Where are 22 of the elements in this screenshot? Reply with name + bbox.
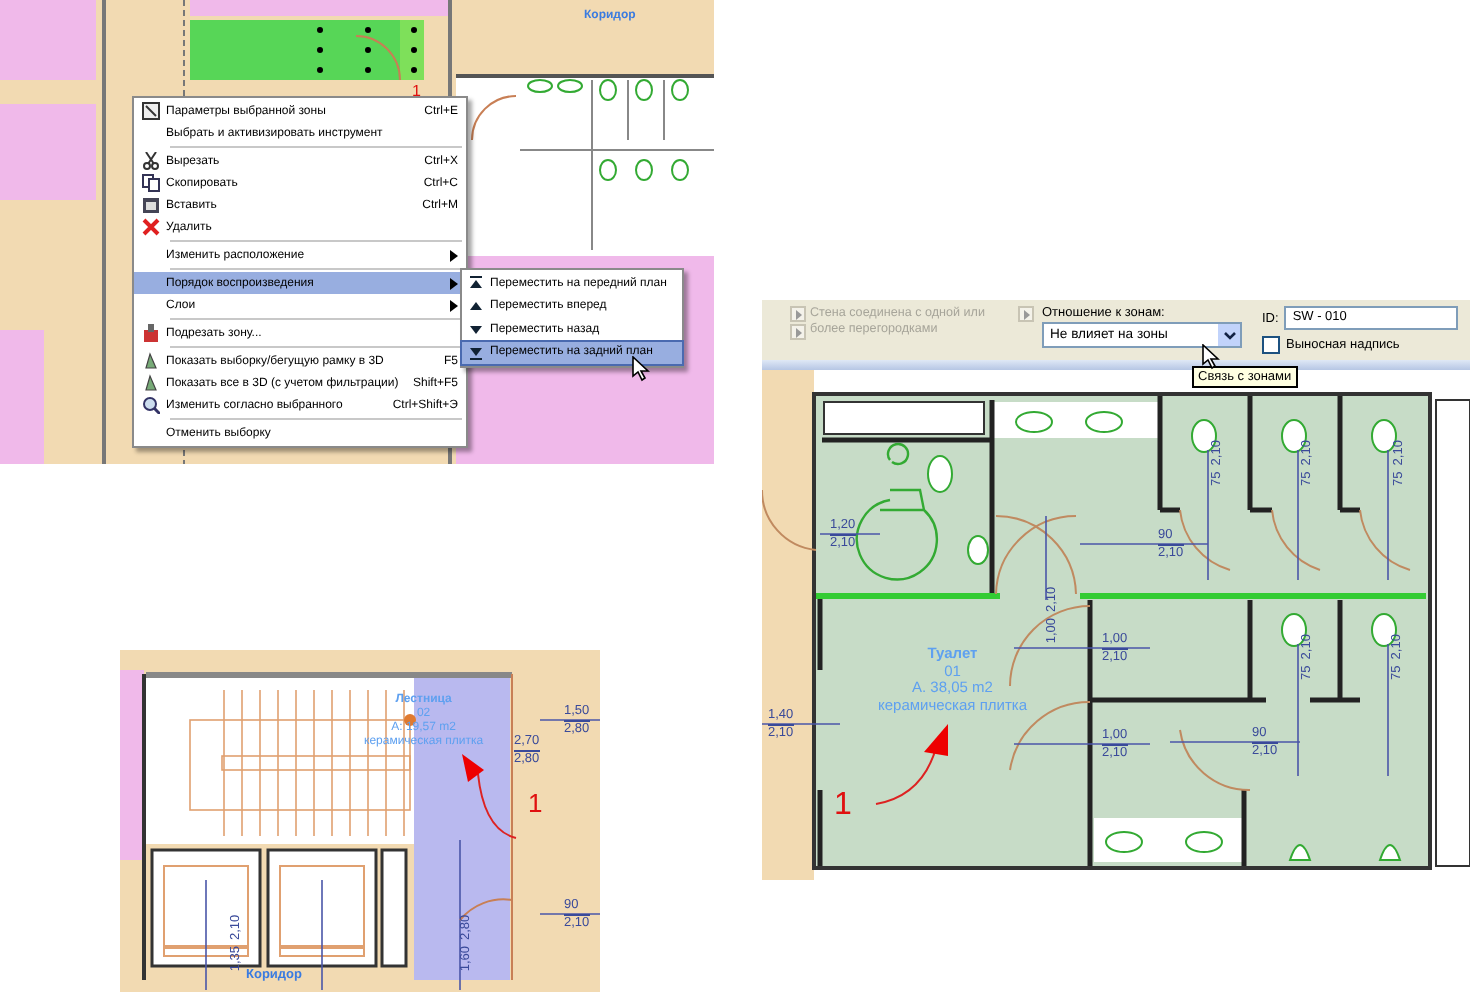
checkbox[interactable] <box>1262 336 1280 354</box>
expand-button[interactable] <box>1018 306 1034 322</box>
arrow-up-icon <box>468 275 484 292</box>
pointer-cursor-icon <box>1202 344 1220 370</box>
callout-number: 1 <box>834 790 852 822</box>
copy-icon <box>141 174 159 192</box>
magnifier-icon <box>141 396 159 414</box>
expand-button[interactable] <box>790 306 806 322</box>
scissors-icon <box>141 152 159 170</box>
paste-icon <box>141 196 159 214</box>
expand-button[interactable] <box>790 324 806 340</box>
callout-number: 1 <box>528 790 543 816</box>
chevron-down-icon <box>1223 331 1235 339</box>
zone-icon <box>141 102 159 120</box>
delete-icon <box>141 218 159 236</box>
callout-number: 1 <box>412 84 421 100</box>
submenu-arrow-icon <box>450 249 458 261</box>
play-arrow-icon <box>1023 309 1029 319</box>
arrow-up-icon <box>468 298 484 315</box>
arrow-down-icon <box>468 344 484 361</box>
trim-icon <box>141 324 159 342</box>
arrow-down-icon <box>468 321 484 338</box>
